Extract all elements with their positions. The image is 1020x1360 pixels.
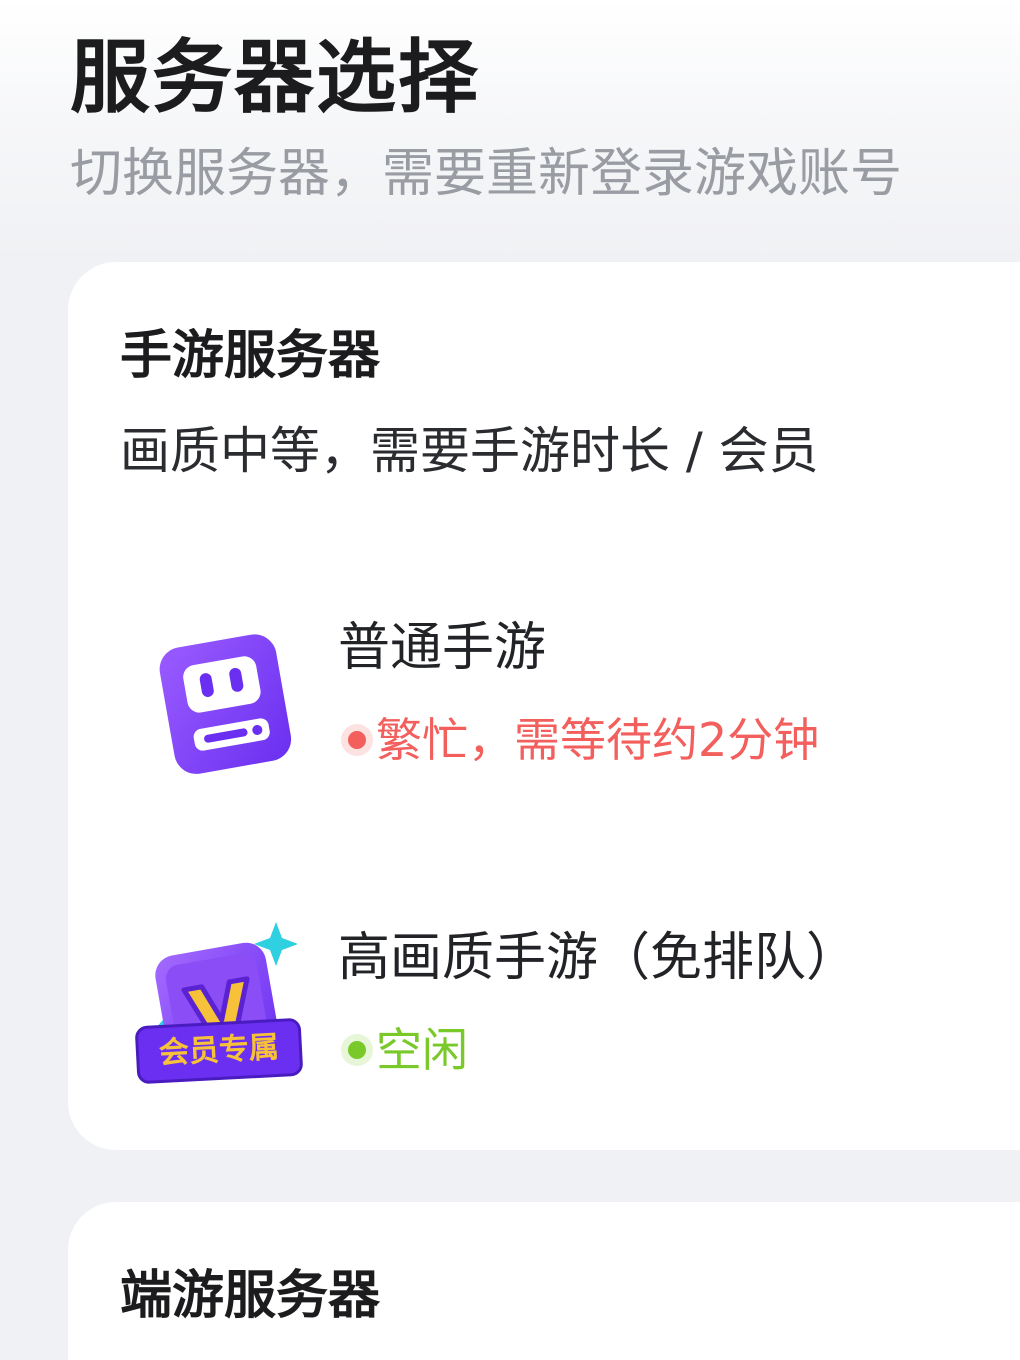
- status-text-idle: 空闲: [376, 1023, 468, 1077]
- section-title-mobile: 手游服务器: [120, 326, 381, 386]
- server-status-idle: 空闲: [338, 1020, 468, 1080]
- member-only-badge: 会员专属: [134, 1017, 304, 1085]
- status-dot-busy: [348, 731, 366, 749]
- pc-server-card: 端游服务器: [68, 1202, 1020, 1360]
- status-text-busy: 繁忙，需等待约2分钟: [376, 713, 820, 767]
- page-subtitle: 切换服务器，需要重新登录游戏账号: [70, 144, 903, 204]
- member-only-badge-label: 会员专属: [158, 1029, 280, 1072]
- status-dot-idle: [348, 1041, 366, 1059]
- server-option-hd-mobile[interactable]: 高画质手游（免排队） 空闲: [68, 912, 1020, 1112]
- robot-console-icon: [136, 602, 306, 802]
- server-option-normal-mobile[interactable]: 普通手游 繁忙，需等待约2分钟: [68, 602, 1020, 802]
- server-name-normal-mobile: 普通手游: [338, 618, 547, 678]
- section-title-pc: 端游服务器: [120, 1266, 381, 1326]
- mobile-server-card: 手游服务器 画质中等，需要手游时长 / 会员 普通手游 繁忙，需等待约2分钟 高…: [68, 262, 1020, 1150]
- page-title: 服务器选择: [70, 31, 480, 124]
- server-select-page: 服务器选择 切换服务器，需要重新登录游戏账号 手游服务器 画质中等，需要手游时长…: [0, 0, 1020, 1360]
- section-description-mobile: 画质中等，需要手游时长 / 会员: [120, 422, 819, 480]
- server-name-hd-mobile: 高画质手游（免排队）: [338, 928, 859, 988]
- server-status-busy: 繁忙，需等待约2分钟: [338, 710, 819, 770]
